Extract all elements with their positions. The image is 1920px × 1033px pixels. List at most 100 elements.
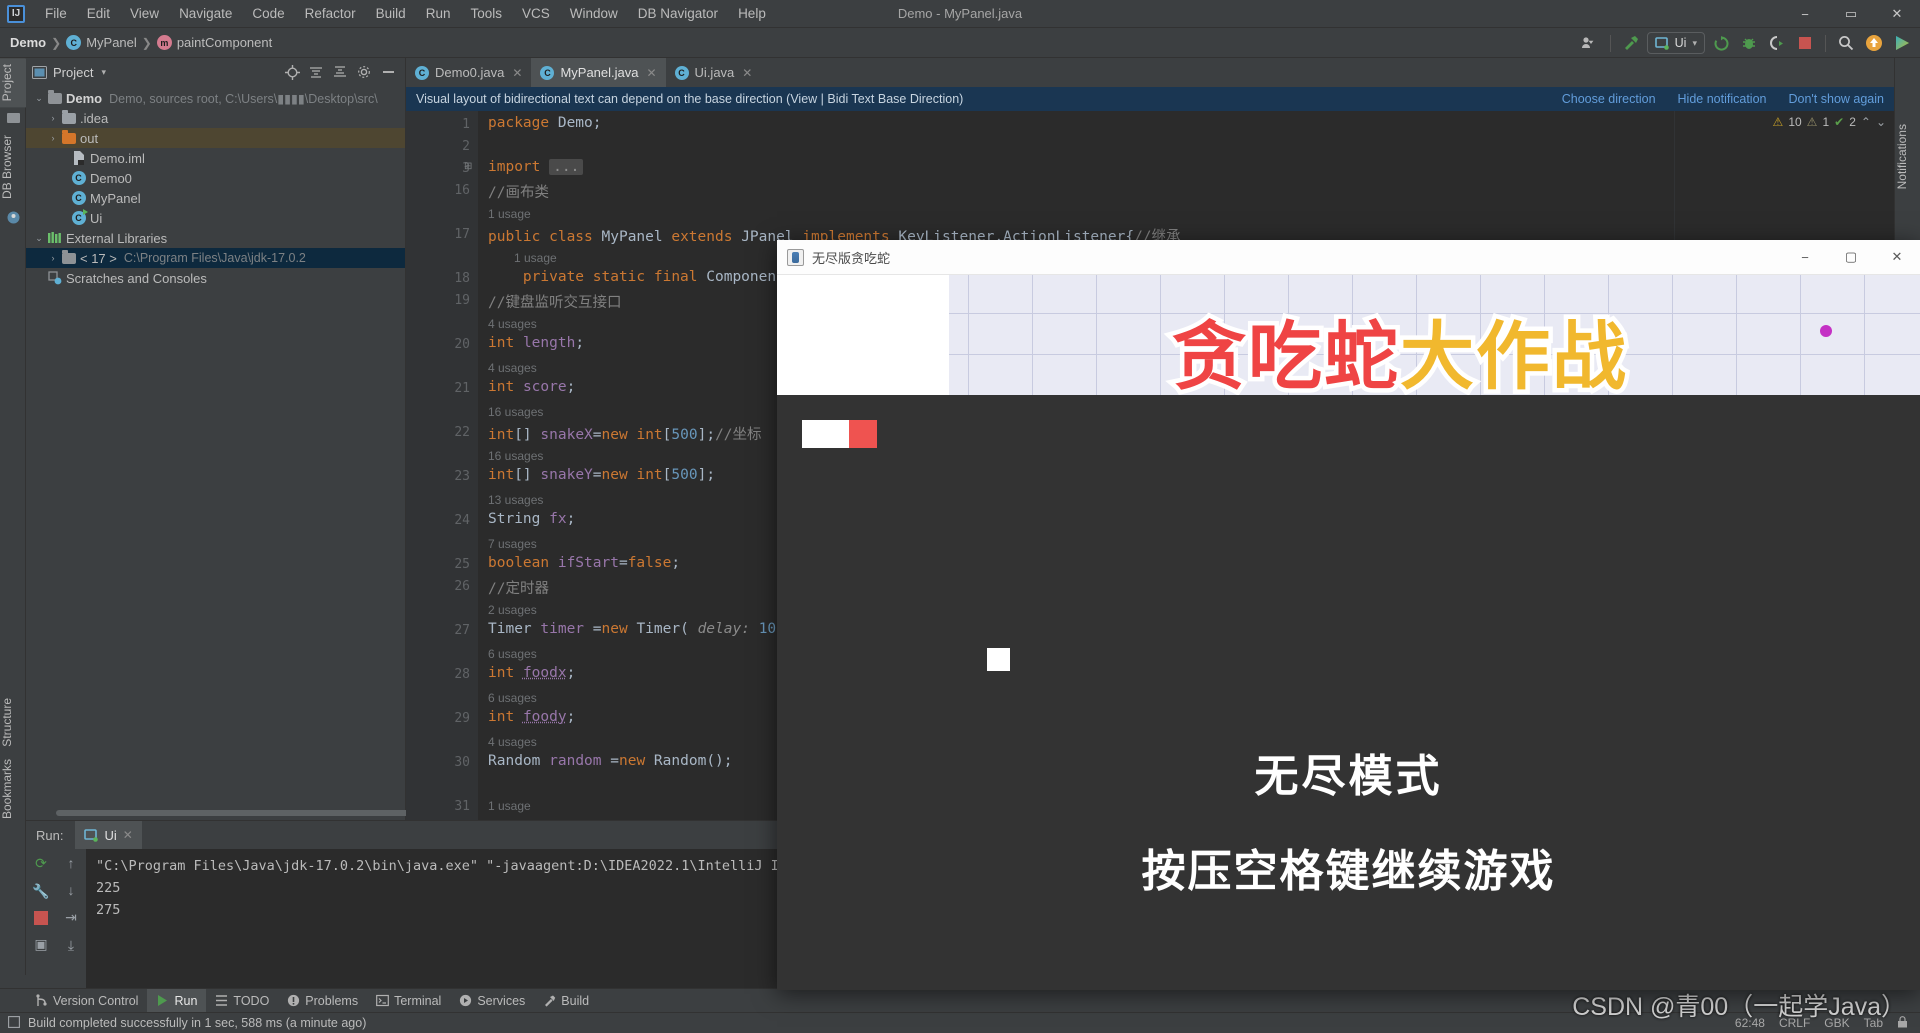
play-gradient-icon[interactable] xyxy=(1890,32,1914,54)
tree-row-demo[interactable]: ⌄ Demo Demo, sources root, C:\Users\▮▮▮▮… xyxy=(26,88,405,108)
run-tab-close-icon[interactable]: ✕ xyxy=(123,828,133,842)
stop-icon[interactable] xyxy=(1793,32,1817,54)
scroll-down-icon[interactable]: ↓ xyxy=(68,882,75,898)
bottom-tab-terminal[interactable]: Terminal xyxy=(367,989,450,1013)
chevron-down-icon[interactable]: ⌄ xyxy=(32,233,46,244)
stop-icon[interactable] xyxy=(34,911,48,925)
usage-hint[interactable]: 1 usage xyxy=(488,207,531,221)
chevron-right-icon[interactable]: › xyxy=(46,133,60,143)
menu-item-build[interactable]: Build xyxy=(366,3,416,24)
expand-all-icon[interactable] xyxy=(329,61,351,83)
breadcrumb-project[interactable]: Demo xyxy=(10,35,46,50)
chevron-right-icon[interactable]: › xyxy=(46,253,60,263)
settings-wrench-icon[interactable]: 🔧 xyxy=(32,883,49,900)
editor-tab-mypanel[interactable]: C MyPanel.java ✕ xyxy=(531,58,666,87)
minimize-button[interactable]: − xyxy=(1782,0,1828,28)
line-separator[interactable]: CRLF xyxy=(1779,1016,1810,1030)
user-dropdown-icon[interactable] xyxy=(1578,32,1602,54)
screenshot-icon[interactable]: ▣ xyxy=(34,936,47,953)
tab-close-icon[interactable]: ✕ xyxy=(742,66,752,80)
run-configuration-selector[interactable]: Ui ▾ xyxy=(1646,32,1705,54)
tool-tab-structure[interactable]: Structure xyxy=(0,692,26,753)
hammer-icon[interactable] xyxy=(1619,32,1643,54)
next-problem-icon[interactable]: ⌄ xyxy=(1876,115,1886,129)
folder-icon[interactable] xyxy=(0,107,26,129)
tree-row-jdk[interactable]: › < 17 > C:\Program Files\Java\jdk-17.0.… xyxy=(26,248,405,268)
rerun-icon[interactable]: ⟳ xyxy=(35,855,47,872)
tool-tab-db-browser[interactable]: DB Browser xyxy=(0,129,26,205)
breadcrumb-method[interactable]: paintComponent xyxy=(177,35,272,50)
fold-expand-icon[interactable]: ⊞ xyxy=(464,161,472,172)
hide-panel-icon[interactable] xyxy=(377,61,399,83)
tree-row-demo0[interactable]: C Demo0 xyxy=(26,168,405,188)
debug-icon[interactable] xyxy=(1737,32,1761,54)
game-minimize-button[interactable]: − xyxy=(1782,240,1828,275)
project-horizontal-scrollbar[interactable] xyxy=(56,810,416,816)
gear-icon[interactable] xyxy=(353,61,375,83)
usage-hint[interactable]: 7 usages xyxy=(488,537,537,551)
usage-hint[interactable]: 1 usage xyxy=(514,251,557,265)
chevron-right-icon[interactable]: › xyxy=(46,113,60,123)
game-close-button[interactable]: ✕ xyxy=(1874,240,1920,275)
editor-tab-demo0[interactable]: C Demo0.java ✕ xyxy=(406,58,531,87)
bottom-tab-problems[interactable]: Problems xyxy=(278,989,367,1013)
update-icon[interactable] xyxy=(1862,32,1886,54)
breadcrumb-class[interactable]: MyPanel xyxy=(86,35,137,50)
bottom-tab-services[interactable]: Services xyxy=(450,989,534,1013)
print-icon[interactable]: ⤓ xyxy=(68,937,74,954)
usage-hint[interactable]: 2 usages xyxy=(488,603,537,617)
rerun-icon[interactable] xyxy=(1709,32,1733,54)
menu-item-navigate[interactable]: Navigate xyxy=(169,3,242,24)
bottom-tab-todo[interactable]: TODO xyxy=(206,989,278,1013)
usage-hint[interactable]: 16 usages xyxy=(488,449,543,463)
bottom-tab-run[interactable]: Run xyxy=(147,988,207,1013)
bottom-tab-build[interactable]: Build xyxy=(534,989,598,1013)
tree-row-out[interactable]: › out xyxy=(26,128,405,148)
caret-position[interactable]: 62:48 xyxy=(1735,1016,1765,1030)
menu-item-run[interactable]: Run xyxy=(416,3,461,24)
project-dropdown-icon[interactable]: ▾ xyxy=(101,67,106,78)
run-tab-ui[interactable]: Ui ✕ xyxy=(75,821,142,849)
scroll-up-icon[interactable]: ↑ xyxy=(68,855,75,871)
tab-close-icon[interactable]: ✕ xyxy=(646,66,656,80)
tool-tab-project[interactable]: Project xyxy=(0,58,26,108)
bottom-tab-version-control[interactable]: Version Control xyxy=(26,989,147,1013)
chevron-down-icon[interactable]: ⌄ xyxy=(32,93,46,104)
maximize-button[interactable]: ▭ xyxy=(1828,0,1874,28)
tool-tab-bookmarks[interactable]: Bookmarks xyxy=(0,753,26,825)
inspection-widget[interactable]: ⚠ 10 ⚠ 1 ✔ 2 ⌃ ⌄ xyxy=(1773,115,1886,129)
tree-row-ui[interactable]: C Ui xyxy=(26,208,405,228)
code-line-3[interactable]: import ... xyxy=(488,159,584,175)
close-button[interactable]: ✕ xyxy=(1874,0,1920,28)
tree-row-idea[interactable]: › .idea xyxy=(26,108,405,128)
menu-item-window[interactable]: Window xyxy=(560,3,628,24)
menu-item-file[interactable]: File xyxy=(35,3,77,24)
tab-close-icon[interactable]: ✕ xyxy=(512,66,522,80)
menu-item-help[interactable]: Help xyxy=(728,3,776,24)
usage-hint[interactable]: 1 usage xyxy=(488,799,531,813)
dont-show-again-link[interactable]: Don't show again xyxy=(1788,92,1884,106)
hide-notification-link[interactable]: Hide notification xyxy=(1678,92,1767,106)
usage-hint[interactable]: 4 usages xyxy=(488,735,537,749)
usage-hint[interactable]: 16 usages xyxy=(488,405,543,419)
game-maximize-button[interactable]: ▢ xyxy=(1828,240,1874,275)
prev-problem-icon[interactable]: ⌃ xyxy=(1861,115,1871,129)
menu-item-refactor[interactable]: Refactor xyxy=(295,3,366,24)
lock-icon[interactable] xyxy=(1897,1015,1908,1031)
collapse-all-icon[interactable] xyxy=(305,61,327,83)
menu-item-vcs[interactable]: VCS xyxy=(512,3,560,24)
usage-hint[interactable]: 13 usages xyxy=(488,493,543,507)
menu-item-view[interactable]: View xyxy=(120,3,169,24)
menu-item-tools[interactable]: Tools xyxy=(460,3,512,24)
db-icon[interactable] xyxy=(0,205,26,229)
menu-item-db-navigator[interactable]: DB Navigator xyxy=(628,3,728,24)
game-canvas[interactable]: 无尽模式 按压空格键继续游戏 xyxy=(777,395,1920,990)
coverage-icon[interactable] xyxy=(1765,32,1789,54)
usage-hint[interactable]: 6 usages xyxy=(488,691,537,705)
indent-setting[interactable]: Tab xyxy=(1864,1016,1883,1030)
choose-direction-link[interactable]: Choose direction xyxy=(1562,92,1656,106)
tool-tab-notifications[interactable]: Notifications xyxy=(1895,118,1920,195)
usage-hint[interactable]: 6 usages xyxy=(488,647,537,661)
menu-item-code[interactable]: Code xyxy=(242,3,294,24)
snake-game-window[interactable]: 无尽版贪吃蛇 − ▢ ✕ 贪吃蛇大作战 无尽模式 按压空格键继续游戏 xyxy=(777,240,1920,990)
